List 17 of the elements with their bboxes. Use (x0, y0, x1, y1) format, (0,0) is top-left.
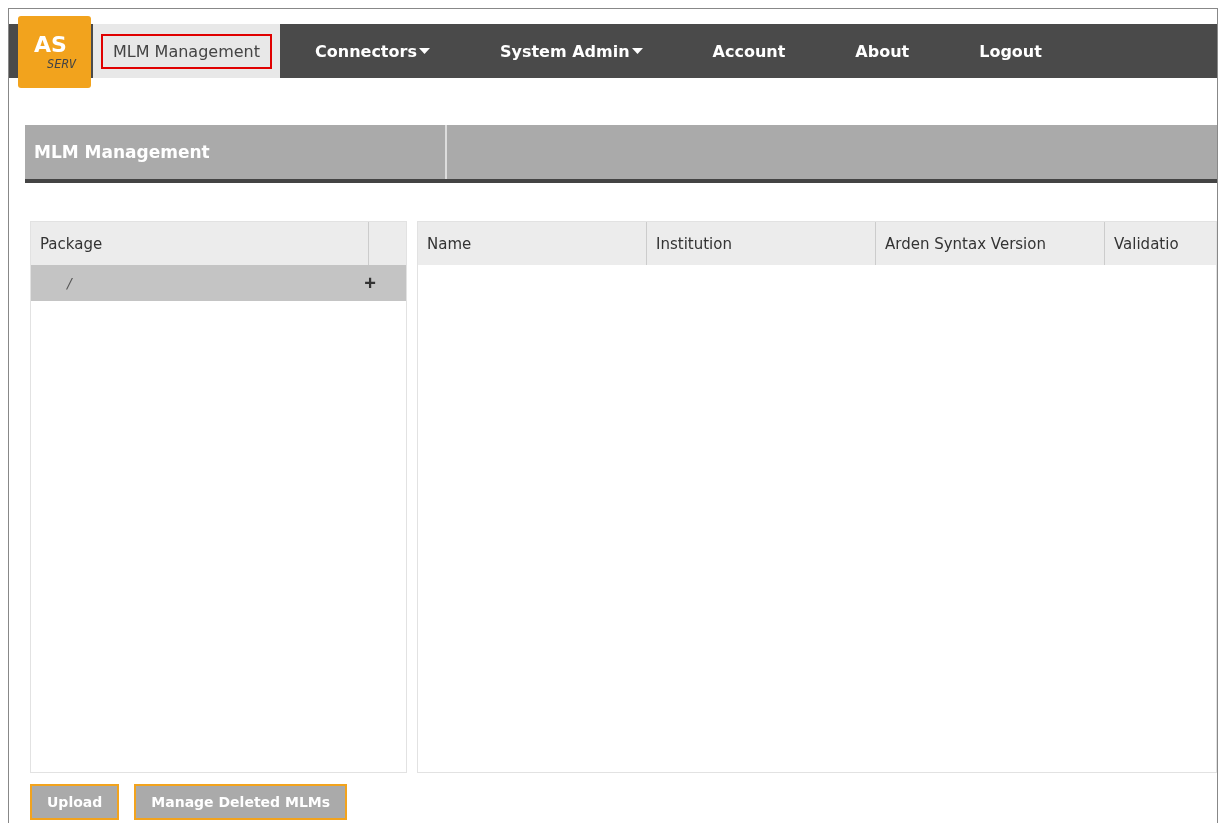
package-row[interactable]: / + (31, 265, 406, 301)
nav-tab[interactable]: MLM Management (93, 24, 280, 78)
caret-icon (418, 48, 430, 54)
column-header: Validatio (1113, 233, 1180, 255)
nav-tab[interactable]: Logout (944, 24, 1077, 78)
column-header: Arden Syntax Version (876, 222, 1105, 265)
nav-tab[interactable]: System Admin (464, 24, 678, 78)
nav-tab[interactable]: About (820, 24, 945, 78)
caret-icon (631, 48, 643, 54)
logo: AS SERV (18, 16, 91, 88)
column-header: Institution (647, 222, 876, 265)
section-title: MLM Management (25, 125, 447, 179)
nav-tab[interactable]: Connectors (280, 24, 465, 78)
column-header: Name (418, 222, 647, 265)
nav-tab[interactable]: Account (677, 24, 821, 78)
add-button[interactable]: + (362, 271, 378, 295)
package-name: / (67, 275, 74, 291)
